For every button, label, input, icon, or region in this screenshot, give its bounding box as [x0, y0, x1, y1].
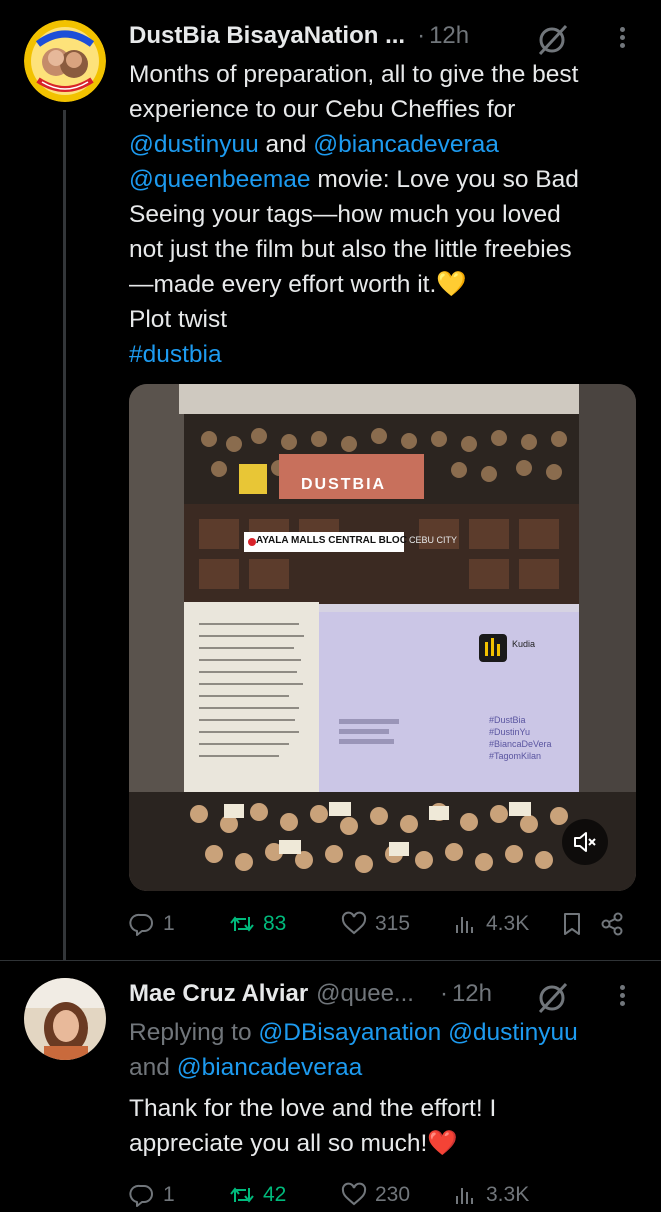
- avatar[interactable]: [24, 978, 106, 1060]
- like-button[interactable]: 230: [341, 1182, 410, 1208]
- repost-icon: [230, 1187, 254, 1203]
- like-button[interactable]: 315: [341, 911, 410, 937]
- bookmark-icon[interactable]: [559, 911, 585, 937]
- avatar[interactable]: [24, 20, 106, 102]
- tweet-text-line: @dustinyuu and @biancadeveraa: [129, 127, 649, 162]
- grok-icon[interactable]: [536, 22, 570, 56]
- separator-dot: ·: [439, 980, 448, 1007]
- replying-to-prefix: Replying to: [129, 1019, 252, 1046]
- mention-link[interactable]: @biancadeveraa: [313, 131, 499, 158]
- tweet-text-line: Thank for the love and the effort! I: [129, 1095, 497, 1122]
- like-count: 315: [375, 912, 411, 935]
- like-count: 230: [375, 1183, 411, 1206]
- video-app-label: Kudia: [512, 639, 536, 649]
- tweet-header: Mae Cruz Alviar @quee... · 12h: [129, 976, 661, 1012]
- repost-icon: [230, 916, 254, 932]
- repost-count: 42: [263, 1183, 287, 1206]
- replying-to-handle[interactable]: @DBisayanation: [258, 1019, 441, 1046]
- display-name[interactable]: Mae Cruz Alviar: [129, 980, 308, 1008]
- video-frame: [129, 384, 636, 891]
- repost-button[interactable]: 83: [229, 911, 286, 937]
- video-banner-text: DUSTBIA: [301, 476, 387, 493]
- timestamp[interactable]: 12h: [429, 22, 469, 50]
- views-button[interactable]: 4.3K: [452, 911, 529, 937]
- video-location-text: AYALA MALLS CENTRAL BLOC: [256, 535, 407, 546]
- video-hashtag: #DustinYu: [489, 727, 531, 737]
- tweet-text-line: appreciate you all so much!❤️: [129, 1130, 458, 1157]
- tweet-actions: 1 83 315 4.3K: [129, 907, 639, 941]
- display-name[interactable]: DustBia BisayaNation ...: [129, 22, 405, 50]
- reply-icon: [129, 1184, 153, 1207]
- profile-photo: [24, 978, 106, 1060]
- views-count: 4.3K: [486, 912, 530, 935]
- views-count: 3.3K: [486, 1183, 530, 1206]
- tweet-text-line: Seeing your tags—how much you loved: [129, 201, 561, 228]
- tweet-main[interactable]: DustBia BisayaNation ... · 12h Months of…: [0, 0, 661, 960]
- user-handle[interactable]: @quee...: [316, 980, 414, 1008]
- heart-icon: [341, 1182, 367, 1206]
- timestamp[interactable]: 12h: [452, 980, 492, 1008]
- separator-dot: ·: [417, 22, 426, 49]
- video-location-suffix: CEBU CITY: [409, 535, 458, 545]
- views-icon: [456, 1188, 473, 1204]
- views-icon: [456, 917, 473, 933]
- share-icon[interactable]: [599, 911, 625, 937]
- views-button[interactable]: 3.3K: [452, 1182, 529, 1208]
- mention-link[interactable]: #dustbia: [129, 341, 222, 368]
- tweet-text-line: experience to our Cebu Cheffies for: [129, 96, 516, 123]
- video-hashtag: #DustBia: [489, 715, 526, 725]
- tweet-video[interactable]: DUSTBIA AYALA MALLS CENTRAL BLOC CEBU CI…: [129, 384, 636, 891]
- mention-link[interactable]: @dustinyuu: [129, 131, 259, 158]
- tweet-text-line: @queenbeemae movie: Love you so Bad: [129, 162, 649, 197]
- dustbia-logo-image: [24, 20, 106, 102]
- more-options-icon[interactable]: [618, 24, 626, 52]
- tweet-text: Thank for the love and the effort! I app…: [129, 1091, 649, 1161]
- tweet-text-line: #dustbia: [129, 337, 649, 372]
- text-fragment: movie: Love you so Bad: [310, 166, 579, 193]
- heart-icon: [341, 911, 367, 935]
- tweet-text-line: Months of preparation, all to give the b…: [129, 61, 579, 88]
- replying-to-handle[interactable]: @dustinyuu: [448, 1019, 578, 1046]
- tweet-reply[interactable]: Mae Cruz Alviar @quee... · 12h Replying …: [0, 960, 661, 1207]
- repost-count: 83: [263, 912, 287, 935]
- replying-to: Replying to @DBisayanation @dustinyuu an…: [129, 1015, 629, 1085]
- speaker-muted-icon: [574, 832, 596, 852]
- tweet-text-line: —made every effort worth it.💛: [129, 271, 467, 298]
- reply-button[interactable]: 1: [129, 1182, 175, 1208]
- reply-count: 1: [163, 1183, 175, 1206]
- tweet-header: DustBia BisayaNation ... · 12h: [129, 18, 661, 54]
- mention-link[interactable]: @queenbeemae: [129, 166, 311, 193]
- more-options-icon[interactable]: [618, 982, 626, 1010]
- mute-button[interactable]: [562, 819, 608, 865]
- tweet-text: Months of preparation, all to give the b…: [129, 57, 649, 372]
- thread-line: [63, 110, 66, 960]
- reply-button[interactable]: 1: [129, 911, 175, 937]
- grok-icon[interactable]: [536, 980, 570, 1014]
- video-hashtags: #DustBia #DustinYu #BiancaDeVera #TagomK…: [489, 714, 552, 762]
- reply-icon: [129, 913, 153, 936]
- video-hashtag: #BiancaDeVera: [489, 739, 552, 749]
- tweet-actions: 1 42 230 3.3K: [129, 1178, 639, 1212]
- reply-count: 1: [163, 912, 175, 935]
- repost-button[interactable]: 42: [229, 1182, 286, 1208]
- text-fragment: and: [258, 131, 314, 158]
- tweet-text-line: Plot twist: [129, 306, 228, 333]
- replying-to-handle[interactable]: @biancadeveraa: [177, 1054, 363, 1081]
- tweet-text-line: not just the film but also the little fr…: [129, 236, 572, 263]
- video-hashtag: #TagomKilan: [489, 751, 542, 761]
- replying-to-and: and: [129, 1054, 170, 1081]
